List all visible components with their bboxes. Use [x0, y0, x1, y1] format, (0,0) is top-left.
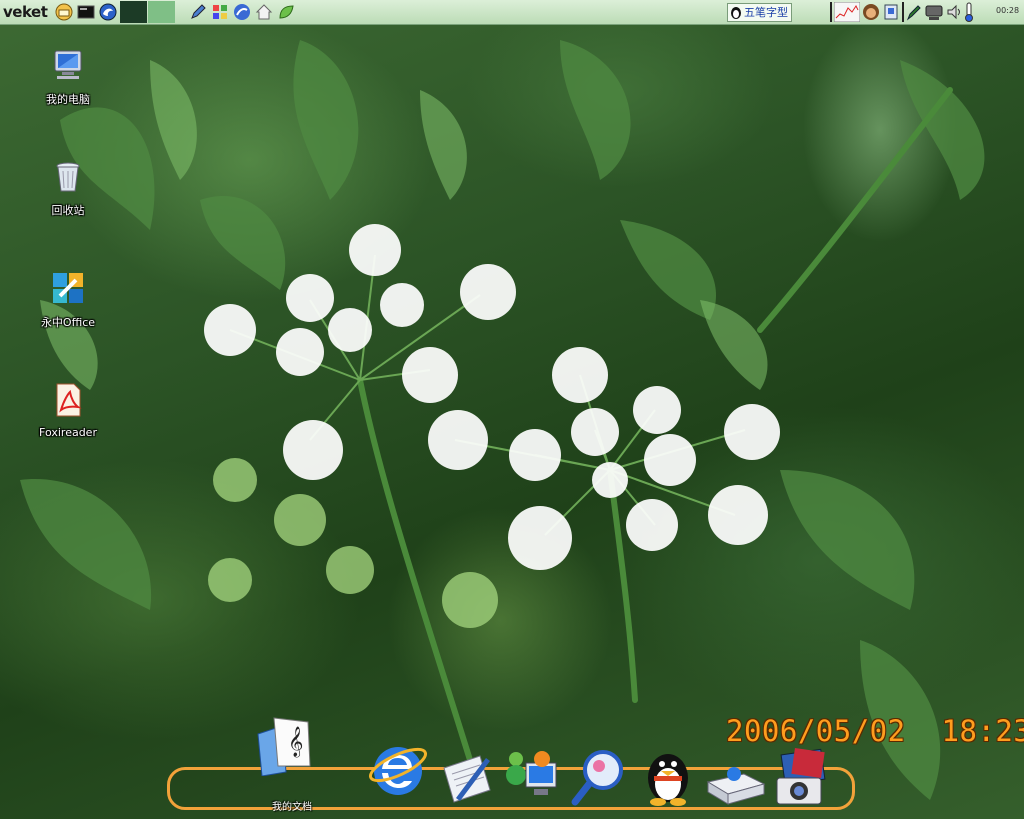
dock-hover-label: 我的文档 [272, 802, 312, 813]
dock-item-qq[interactable] [636, 744, 700, 808]
desktop-icon-foxitreader[interactable]: Foxireader [30, 382, 106, 439]
pdf-reader-icon [56, 383, 82, 417]
desktop-icon-label: Foxireader [39, 426, 97, 439]
home-icon[interactable] [55, 3, 73, 21]
clock-date: 2006/05/02 [726, 714, 906, 748]
text-editor-icon [443, 755, 491, 803]
terminal-icon[interactable] [77, 3, 95, 21]
clock-time: 18:23 [941, 714, 1024, 748]
volume-icon[interactable] [946, 3, 962, 21]
thermometer-icon[interactable] [964, 2, 974, 22]
svg-text:𝄞: 𝄞 [288, 726, 303, 758]
house-icon[interactable] [255, 3, 273, 21]
input-method-indicator[interactable]: 五笔字型 [727, 3, 792, 22]
puzzle-icon[interactable] [211, 3, 229, 21]
workspace-2-button[interactable] [148, 1, 176, 23]
dock-item-internet-explorer[interactable] [366, 735, 430, 799]
internet-explorer-icon [368, 747, 428, 795]
dock-item-documents[interactable]: 𝄞 [252, 712, 316, 777]
desktop-wallpaper [0, 0, 1024, 819]
ime-label: 五笔字型 [744, 6, 788, 19]
dock-item-text-editor[interactable] [436, 742, 500, 806]
search-icon [571, 750, 623, 806]
panel-clock[interactable]: 00:28 [996, 6, 1019, 15]
pen-icon[interactable] [189, 3, 207, 21]
desktop-icon-my-computer[interactable]: 我的电脑 [30, 47, 106, 107]
tray-separator [902, 2, 904, 22]
browser-icon[interactable] [233, 3, 251, 21]
desktop-icon-label: 我的电脑 [46, 93, 90, 106]
office-icon [53, 273, 83, 303]
top-panel: veket 五笔字型 00:28 [0, 0, 1024, 25]
drive-icon [706, 767, 766, 805]
dock-item-messenger[interactable] [502, 745, 566, 809]
desktop-icon-recycle-bin[interactable]: 回收站 [30, 158, 106, 218]
desktop-icon-label: 回收站 [51, 204, 85, 217]
network-icon[interactable] [924, 3, 944, 21]
desktop-icon-label: 永中Office [40, 316, 96, 329]
trash-icon [56, 162, 80, 192]
penguin-icon [731, 7, 741, 19]
leaf-icon[interactable] [277, 3, 295, 21]
workspace-1-button[interactable] [120, 1, 148, 23]
clipboard-icon[interactable] [882, 3, 900, 21]
cpu-monitor-icon[interactable] [834, 2, 860, 22]
dock-item-photo-viewer[interactable] [771, 748, 835, 812]
qq-penguin-icon [648, 754, 688, 806]
photo-camera-icon [776, 748, 826, 805]
wallpaper-art [20, 40, 985, 800]
computer-icon [54, 50, 82, 79]
brand-menu-button[interactable]: veket [0, 3, 53, 21]
pencil-icon[interactable] [906, 3, 922, 21]
dock-item-drive[interactable] [704, 752, 768, 816]
tray-separator [830, 2, 832, 22]
desktop-icon-office[interactable]: 永中Office [30, 270, 106, 330]
dock-item-search[interactable] [569, 744, 633, 808]
user-face-icon[interactable] [862, 3, 880, 21]
system-tray [830, 2, 974, 22]
desktop-clock: 2006/05/02 18:23 [726, 714, 1024, 748]
documents-icon: 𝄞 [257, 717, 311, 777]
messenger-icon [506, 751, 557, 795]
firefox-icon[interactable] [99, 3, 117, 21]
